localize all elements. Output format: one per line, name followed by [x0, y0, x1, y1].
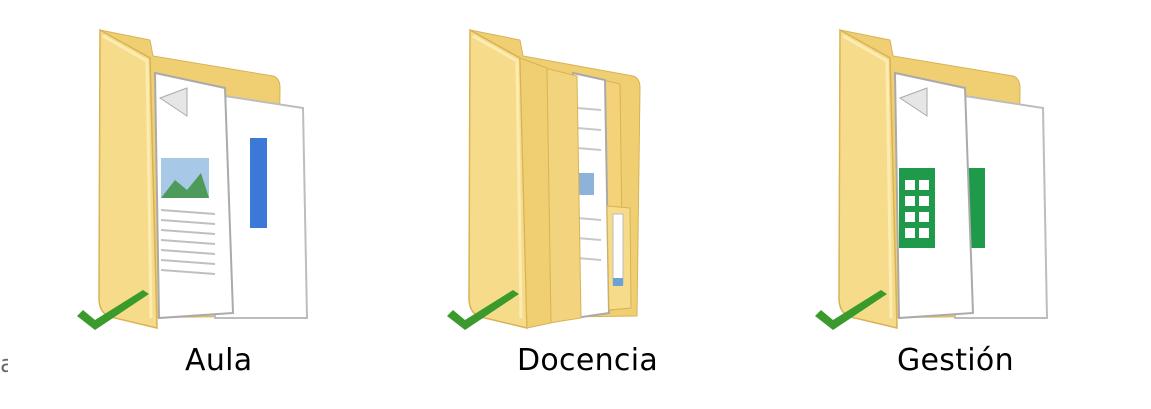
folder-label: Docencia [517, 343, 659, 378]
folder-item-docencia[interactable]: Docencia [425, 18, 745, 393]
partial-label: a [0, 350, 8, 378]
sync-check-icon [77, 290, 149, 330]
file-explorer-view: a Aula Docencia Gestión [0, 0, 1151, 409]
folder-item-aula[interactable]: Aula [55, 18, 375, 393]
folder-label: Gestión [897, 343, 1014, 378]
folder-item-gestion[interactable]: Gestión [795, 18, 1115, 393]
sync-check-icon [815, 290, 887, 330]
folder-label: Aula [185, 343, 253, 378]
sync-check-icon [447, 290, 519, 330]
